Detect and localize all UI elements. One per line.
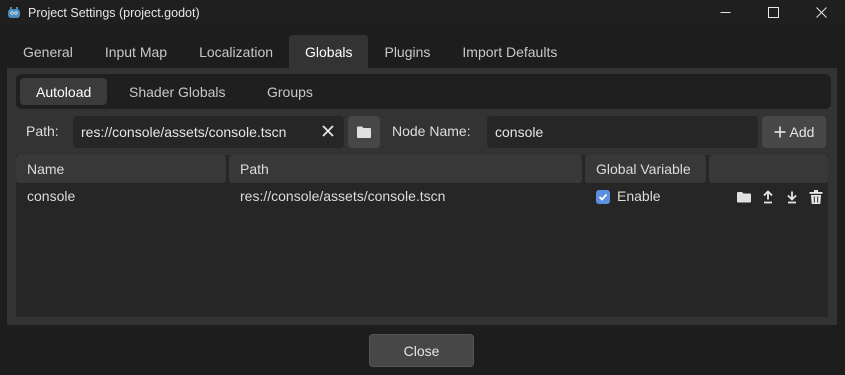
arrow-up-icon — [763, 190, 773, 204]
folder-icon — [737, 192, 751, 203]
clear-icon[interactable] — [320, 123, 336, 139]
add-label: Add — [789, 124, 815, 140]
node-name-label: Node Name: — [392, 123, 471, 139]
globals-subtabs: Autoload Shader Globals Groups — [16, 74, 831, 109]
folder-icon — [357, 126, 371, 138]
settings-tabs: General Input Map Localization Globals P… — [7, 35, 573, 68]
arrow-down-icon — [787, 191, 797, 204]
minimize-button[interactable] — [701, 0, 749, 25]
tab-input-map[interactable]: Input Map — [89, 35, 183, 68]
tab-localization[interactable]: Localization — [183, 35, 289, 68]
tab-general[interactable]: General — [7, 35, 89, 68]
column-header-global-variable[interactable]: Global Variable — [585, 155, 706, 183]
subtab-autoload[interactable]: Autoload — [20, 78, 108, 105]
browse-path-button[interactable] — [348, 116, 380, 148]
plus-icon — [774, 126, 786, 138]
path-input-value: res://console/assets/console.tscn — [81, 124, 287, 140]
subtab-shader-globals[interactable]: Shader Globals — [129, 78, 226, 105]
row-path: res://console/assets/console.tscn — [240, 188, 446, 204]
global-variable-label: Enable — [617, 188, 661, 204]
node-name-input[interactable]: console — [487, 116, 758, 148]
path-label: Path: — [26, 123, 59, 139]
add-autoload-button[interactable]: Add — [762, 116, 826, 148]
window-title: Project Settings (project.godot) — [28, 5, 200, 20]
globals-panel: Autoload Shader Globals Groups Path: res… — [7, 68, 837, 325]
autoload-table: Name Path Global Variable console res://… — [16, 155, 828, 317]
minimize-icon — [720, 12, 730, 13]
node-name-input-value: console — [495, 124, 544, 140]
row-open-button[interactable] — [736, 189, 752, 205]
column-header-path[interactable]: Path — [229, 155, 582, 183]
tab-globals[interactable]: Globals — [289, 35, 369, 68]
close-button[interactable]: Close — [369, 334, 474, 367]
subtab-groups[interactable]: Groups — [267, 78, 313, 105]
path-input[interactable]: res://console/assets/console.tscn — [73, 116, 344, 148]
check-icon — [598, 193, 608, 201]
column-header-actions[interactable] — [709, 155, 828, 183]
maximize-icon — [767, 7, 779, 18]
global-variable-checkbox[interactable] — [596, 190, 610, 204]
close-window-button[interactable] — [797, 0, 845, 25]
godot-icon — [7, 6, 21, 20]
trash-icon — [809, 190, 823, 204]
column-header-name[interactable]: Name — [16, 155, 226, 183]
close-icon — [815, 7, 827, 18]
move-down-button[interactable] — [784, 189, 800, 205]
maximize-button[interactable] — [749, 0, 797, 25]
tab-plugins[interactable]: Plugins — [368, 35, 446, 68]
title-bar: Project Settings (project.godot) — [0, 0, 845, 25]
row-name: console — [27, 188, 76, 204]
move-up-button[interactable] — [760, 189, 776, 205]
remove-button[interactable] — [808, 189, 824, 205]
tab-import-defaults[interactable]: Import Defaults — [446, 35, 573, 68]
